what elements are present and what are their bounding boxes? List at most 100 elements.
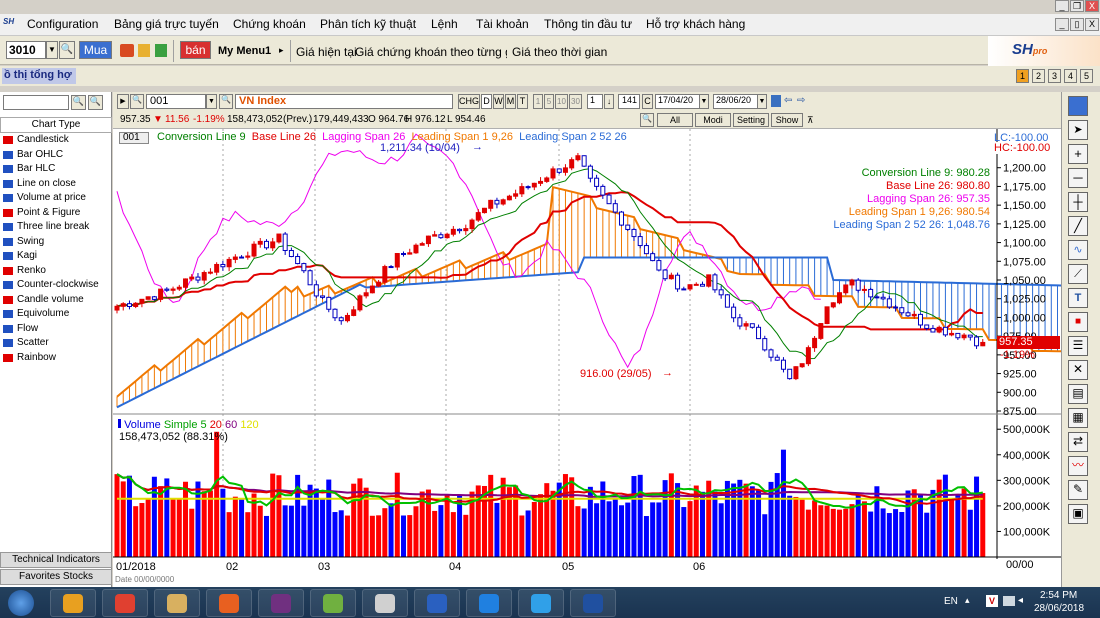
- window-close-button[interactable]: X: [1085, 0, 1099, 12]
- from-date-dropdown-icon[interactable]: ▼: [699, 94, 709, 109]
- period-week-button[interactable]: W: [493, 94, 504, 109]
- word-icon[interactable]: [414, 589, 460, 617]
- my-menu-button[interactable]: My Menu1: [218, 45, 271, 57]
- minute-10-button[interactable]: 10: [555, 94, 568, 109]
- clock-time[interactable]: 2:54 PM: [1040, 590, 1077, 601]
- menu-investment-info[interactable]: Thông tin đầu tư: [544, 17, 632, 31]
- setting-button[interactable]: Setting: [733, 113, 769, 127]
- portfolio-icon[interactable]: [138, 44, 150, 57]
- page-tab-1[interactable]: 1: [1016, 69, 1029, 83]
- modi-button[interactable]: Modi: [695, 113, 731, 127]
- language-indicator[interactable]: EN: [944, 596, 958, 607]
- page-tab-5[interactable]: 5: [1080, 69, 1093, 83]
- toolbar-link-time-price[interactable]: Giá theo thời gian: [512, 45, 607, 59]
- text-tool-icon[interactable]: T: [1068, 288, 1088, 308]
- pin-icon[interactable]: ⊼: [807, 114, 817, 126]
- pattern-icon[interactable]: ▦: [1068, 408, 1088, 428]
- skype-icon[interactable]: [518, 589, 564, 617]
- minute-30-button[interactable]: 30: [569, 94, 582, 109]
- bar-count-input[interactable]: 141: [618, 94, 640, 109]
- refresh-icon[interactable]: [771, 95, 781, 107]
- menu-account[interactable]: Tài khoản: [476, 17, 529, 31]
- channel-icon[interactable]: ⟋: [1068, 264, 1088, 284]
- save-icon[interactable]: ▣: [1068, 504, 1088, 524]
- delete-drawings-icon[interactable]: ✕: [1068, 360, 1088, 380]
- symbol-input[interactable]: 3010: [6, 41, 46, 59]
- shpro-icon[interactable]: [570, 589, 616, 617]
- minute-1-button[interactable]: 1: [533, 94, 543, 109]
- list-icon[interactable]: ☰: [1068, 336, 1088, 356]
- menu-price-board[interactable]: Bảng giá trực tuyến: [114, 17, 219, 31]
- period-tick-button[interactable]: T: [517, 94, 528, 109]
- vertical-line-icon[interactable]: ┼: [1068, 192, 1088, 212]
- chart-type-search-input[interactable]: [3, 95, 69, 110]
- index-search-icon[interactable]: 🔍: [219, 94, 233, 109]
- buy-button[interactable]: Mua: [79, 41, 112, 59]
- doc-minimize-button[interactable]: _: [1055, 18, 1069, 31]
- favorites-stocks-tab[interactable]: Favorites Stocks: [0, 569, 112, 585]
- index-name-field[interactable]: VN Index: [235, 94, 453, 109]
- window-minimize-button[interactable]: _: [1055, 0, 1069, 12]
- custom-range-button[interactable]: C: [642, 94, 653, 109]
- doc-restore-button[interactable]: ▯: [1070, 18, 1084, 31]
- menu-technical-analysis[interactable]: Phân tích kỹ thuật: [320, 17, 416, 31]
- horizontal-line-icon[interactable]: ─: [1068, 168, 1088, 188]
- my-menu-arrow-icon[interactable]: ▸: [279, 45, 284, 56]
- screen-title-field[interactable]: ồ thị tổng hợ: [2, 68, 76, 84]
- swap-icon[interactable]: ⇄: [1068, 432, 1088, 452]
- to-date-dropdown-icon[interactable]: ▼: [757, 94, 767, 109]
- menu-configuration[interactable]: Configuration: [27, 17, 98, 31]
- technical-indicators-tab[interactable]: Technical Indicators: [0, 552, 112, 568]
- prev-symbol-icon[interactable]: ▶: [117, 94, 129, 109]
- zoom-in-icon[interactable]: 🔍: [71, 95, 86, 110]
- symbol-search-icon[interactable]: 🔍: [59, 41, 75, 59]
- explorer-icon[interactable]: [154, 589, 200, 617]
- page-tab-2[interactable]: 2: [1032, 69, 1045, 83]
- network-icon[interactable]: [1003, 596, 1015, 606]
- sell-button[interactable]: bán: [180, 41, 211, 59]
- chart-search-icon[interactable]: 🔍: [130, 94, 144, 109]
- chrome-icon[interactable]: [102, 589, 148, 617]
- menu-support[interactable]: Hỗ trợ khách hàng: [646, 17, 745, 31]
- page-tab-4[interactable]: 4: [1064, 69, 1077, 83]
- symbol-dropdown-icon[interactable]: ▼: [46, 41, 58, 59]
- office-icon[interactable]: [50, 589, 96, 617]
- cursor-icon[interactable]: ➤: [1068, 120, 1088, 140]
- toolbar-link-current-price[interactable]: Giá hiện tại: [296, 45, 357, 59]
- fibonacci-icon[interactable]: ∿: [1068, 240, 1088, 260]
- menu-securities[interactable]: Chứng khoán: [233, 17, 306, 31]
- back-arrow-icon[interactable]: ⇦: [784, 95, 794, 107]
- orders-icon[interactable]: [120, 44, 134, 57]
- pencil-icon[interactable]: ✎: [1068, 480, 1088, 500]
- code-dropdown-icon[interactable]: ▼: [206, 94, 217, 109]
- indicator-icon[interactable]: 〰: [1068, 456, 1088, 476]
- count-down-icon[interactable]: ↓: [604, 94, 614, 109]
- menu-order[interactable]: Lệnh: [431, 17, 458, 31]
- info-search-icon[interactable]: 🔍: [640, 113, 654, 127]
- crosshair-icon[interactable]: +: [1068, 144, 1088, 164]
- start-icon[interactable]: [8, 590, 34, 616]
- all-button[interactable]: All: [657, 113, 693, 127]
- period-day-button[interactable]: D: [481, 94, 492, 109]
- shapes-icon[interactable]: ■: [1068, 312, 1088, 332]
- zalo-icon[interactable]: [466, 589, 512, 617]
- chart-mode-icon[interactable]: [1068, 96, 1088, 116]
- layers-icon[interactable]: ▤: [1068, 384, 1088, 404]
- minute-5-button[interactable]: 5: [544, 94, 554, 109]
- clock-date[interactable]: 28/06/2018: [1034, 603, 1084, 614]
- trend-line-icon[interactable]: ╱: [1068, 216, 1088, 236]
- window-restore-button[interactable]: ❐: [1070, 0, 1084, 12]
- pdf-icon[interactable]: [258, 589, 304, 617]
- volume-icon[interactable]: ◂: [1018, 596, 1028, 606]
- forward-arrow-icon[interactable]: ⇨: [797, 95, 807, 107]
- app-icon[interactable]: [310, 589, 356, 617]
- doc-close-button[interactable]: X: [1085, 18, 1099, 31]
- firefox-icon[interactable]: [206, 589, 252, 617]
- show-button[interactable]: Show: [771, 113, 803, 127]
- chart-code-select[interactable]: 001: [146, 94, 206, 109]
- count-input[interactable]: 1: [587, 94, 603, 109]
- zoom-out-icon[interactable]: 🔍: [88, 95, 103, 110]
- media-icon[interactable]: [362, 589, 408, 617]
- period-month-button[interactable]: M: [505, 94, 516, 109]
- tray-app-icon[interactable]: V: [986, 595, 998, 607]
